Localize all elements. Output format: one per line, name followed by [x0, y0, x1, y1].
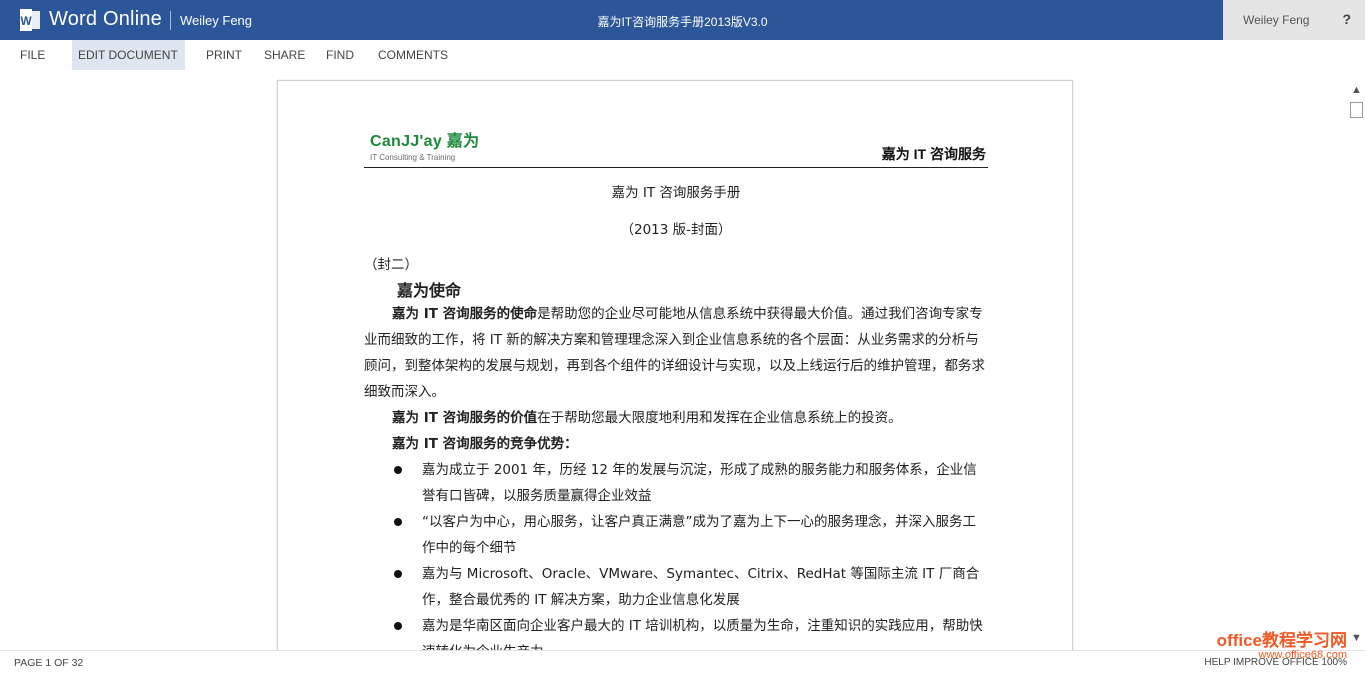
document-title[interactable]: 嘉为IT咨询服务手册2013版V3.0: [0, 13, 1365, 30]
company-logo-subtitle: IT Consulting & Training: [370, 153, 456, 162]
value-bold: 嘉为 IT 咨询服务的价值: [392, 410, 538, 426]
bullet-icon: [394, 466, 402, 474]
mission-bold: 嘉为 IT 咨询服务的使命: [392, 306, 538, 322]
list-item: “以客户为中心，用心服务，让客户真正满意”成为了嘉为上下一心的服务理念，并深入服…: [394, 509, 988, 561]
mission-paragraph: 嘉为 IT 咨询服务的使命是帮助您的企业尽可能地从信息系统中获得最大价值。通过我…: [364, 301, 988, 405]
header-divider: [364, 167, 988, 168]
doc-subtitle: （2013 版-封面）: [620, 222, 732, 238]
user-box[interactable]: Weiley Feng ?: [1223, 0, 1365, 40]
page-count: PAGE 1 OF 32: [14, 657, 84, 669]
list-item: 嘉为是华南区面向企业客户最大的 IT 培训机构，以质量为生命，注重知识的实践应用…: [394, 613, 988, 650]
document-canvas: CanJJ'ay 嘉为 IT Consulting & Training 嘉为 …: [0, 70, 1365, 650]
title-bar: W Word Online Weiley Feng 嘉为IT咨询服务手册2013…: [0, 0, 1365, 40]
bullet-icon: [394, 622, 402, 630]
cover-two-label: （封二）: [364, 257, 418, 273]
advantage-heading: 嘉为 IT 咨询服务的竞争优势：: [392, 436, 578, 452]
menu-find[interactable]: FIND: [320, 40, 360, 70]
list-item-text: 嘉为与 Microsoft、Oracle、VMware、Symantec、Cit…: [422, 566, 980, 608]
list-item-text: 嘉为是华南区面向企业客户最大的 IT 培训机构，以质量为生命，注重知识的实践应用…: [422, 618, 983, 650]
status-bar: PAGE 1 OF 32 HELP IMPROVE OFFICE 100%: [0, 650, 1365, 675]
vertical-scrollbar[interactable]: ▲ ▼: [1348, 80, 1365, 650]
menu-print[interactable]: PRINT: [200, 40, 248, 70]
user-name[interactable]: Weiley Feng: [1243, 13, 1309, 27]
list-item-text: 嘉为成立于 2001 年，历经 12 年的发展与沉淀，形成了成熟的服务能力和服务…: [422, 462, 977, 504]
list-item-text: “以客户为中心，用心服务，让客户真正满意”成为了嘉为上下一心的服务理念，并深入服…: [422, 514, 976, 556]
scroll-thumb[interactable]: [1350, 102, 1363, 118]
list-item: 嘉为与 Microsoft、Oracle、VMware、Symantec、Cit…: [394, 561, 988, 613]
header-title: 嘉为 IT 咨询服务: [881, 146, 986, 162]
watermark: office教程学习网 www.office68.com: [1217, 626, 1347, 661]
company-logo-text: CanJJ'ay 嘉为: [370, 133, 480, 150]
scroll-up-icon[interactable]: ▲: [1351, 84, 1362, 96]
document-page: CanJJ'ay 嘉为 IT Consulting & Training 嘉为 …: [277, 80, 1073, 650]
list-item: 嘉为成立于 2001 年，历经 12 年的发展与沉淀，形成了成熟的服务能力和服务…: [394, 457, 988, 509]
value-paragraph: 嘉为 IT 咨询服务的价值在于帮助您最大限度地利用和发挥在企业信息系统上的投资。: [364, 405, 988, 431]
scroll-down-icon[interactable]: ▼: [1351, 632, 1362, 644]
menu-edit-document[interactable]: EDIT DOCUMENT: [72, 40, 185, 88]
company-logo: CanJJ'ay 嘉为 IT Consulting & Training: [370, 127, 480, 162]
watermark-title: office教程学习网: [1216, 631, 1347, 650]
menu-share[interactable]: SHARE: [258, 40, 311, 70]
help-icon[interactable]: ?: [1342, 11, 1351, 27]
menu-edit-document-label: EDIT DOCUMENT: [78, 48, 178, 62]
bullet-icon: [394, 570, 402, 578]
doc-title: 嘉为 IT 咨询服务手册: [611, 185, 741, 201]
mission-heading: 嘉为使命: [397, 281, 462, 300]
bullet-icon: [394, 518, 402, 526]
menu-file[interactable]: FILE: [14, 40, 51, 70]
menu-comments[interactable]: COMMENTS: [372, 40, 454, 70]
menu-bar: FILE EDIT DOCUMENT PRINT SHARE FIND COMM…: [0, 40, 1365, 88]
value-text: 在于帮助您最大限度地利用和发挥在企业信息系统上的投资。: [537, 410, 902, 426]
